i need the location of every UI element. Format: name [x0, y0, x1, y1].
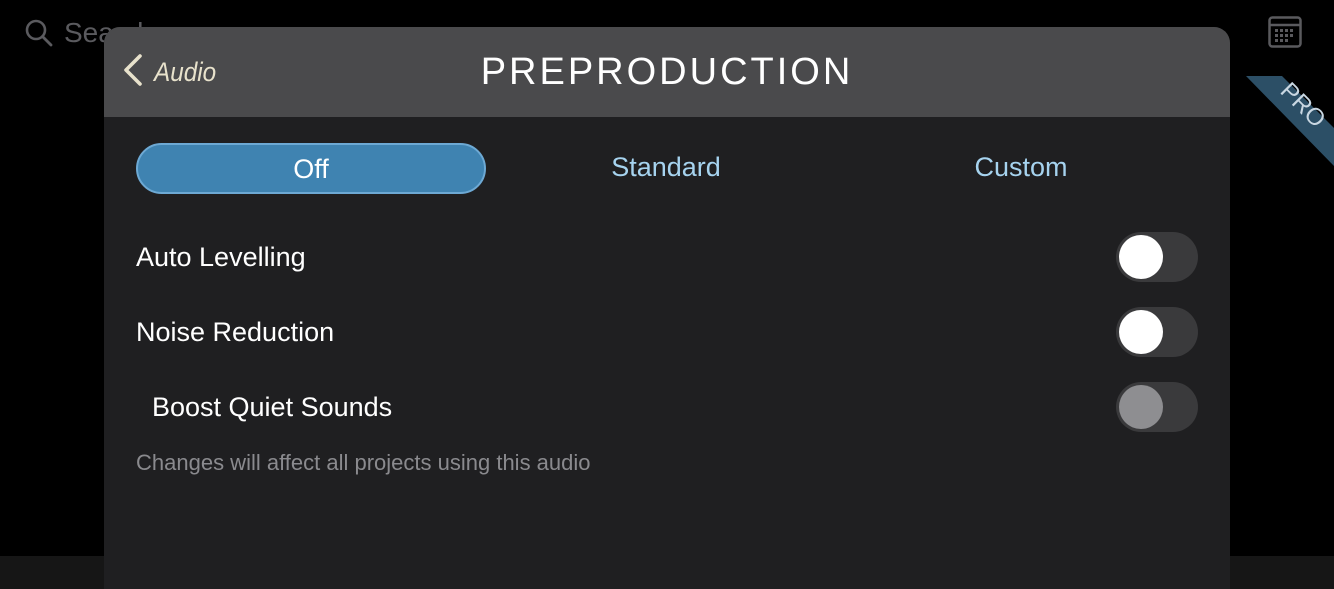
back-label: Audio: [154, 56, 217, 87]
toggle-knob: [1119, 235, 1163, 279]
segment-custom[interactable]: Custom: [846, 143, 1196, 194]
toggle-knob: [1119, 385, 1163, 429]
mode-segmented-control: Off Standard Custom: [136, 143, 1198, 194]
pro-ribbon: PRO: [1246, 76, 1334, 166]
segment-standard[interactable]: Standard: [491, 143, 841, 194]
back-button[interactable]: Audio: [122, 51, 223, 93]
auto-levelling-toggle[interactable]: [1116, 232, 1198, 282]
sheet-header: PREPRODUCTION Audio: [104, 27, 1230, 117]
auto-levelling-label: Auto Levelling: [136, 242, 306, 272]
changes-footnote: Changes will affect all projects using t…: [136, 450, 591, 475]
preproduction-sheet: PREPRODUCTION Audio Off Standard Custom …: [104, 27, 1230, 589]
page-title: PREPRODUCTION: [480, 51, 854, 93]
noise-reduction-toggle[interactable]: [1116, 307, 1198, 357]
setting-row-auto-levelling: Auto Levelling: [136, 232, 1198, 282]
noise-reduction-label: Noise Reduction: [136, 317, 335, 347]
chevron-left-icon: [122, 53, 144, 92]
setting-row-noise-reduction: Noise Reduction: [136, 307, 1198, 357]
search-icon: [24, 18, 54, 48]
setting-row-boost-quiet-sounds: Boost Quiet Sounds: [136, 382, 1198, 432]
toggle-knob: [1119, 310, 1163, 354]
boost-quiet-sounds-toggle[interactable]: [1116, 382, 1198, 432]
segment-off[interactable]: Off: [136, 143, 486, 194]
calendar-icon: [1268, 16, 1302, 48]
boost-quiet-sounds-label: Boost Quiet Sounds: [152, 392, 393, 422]
